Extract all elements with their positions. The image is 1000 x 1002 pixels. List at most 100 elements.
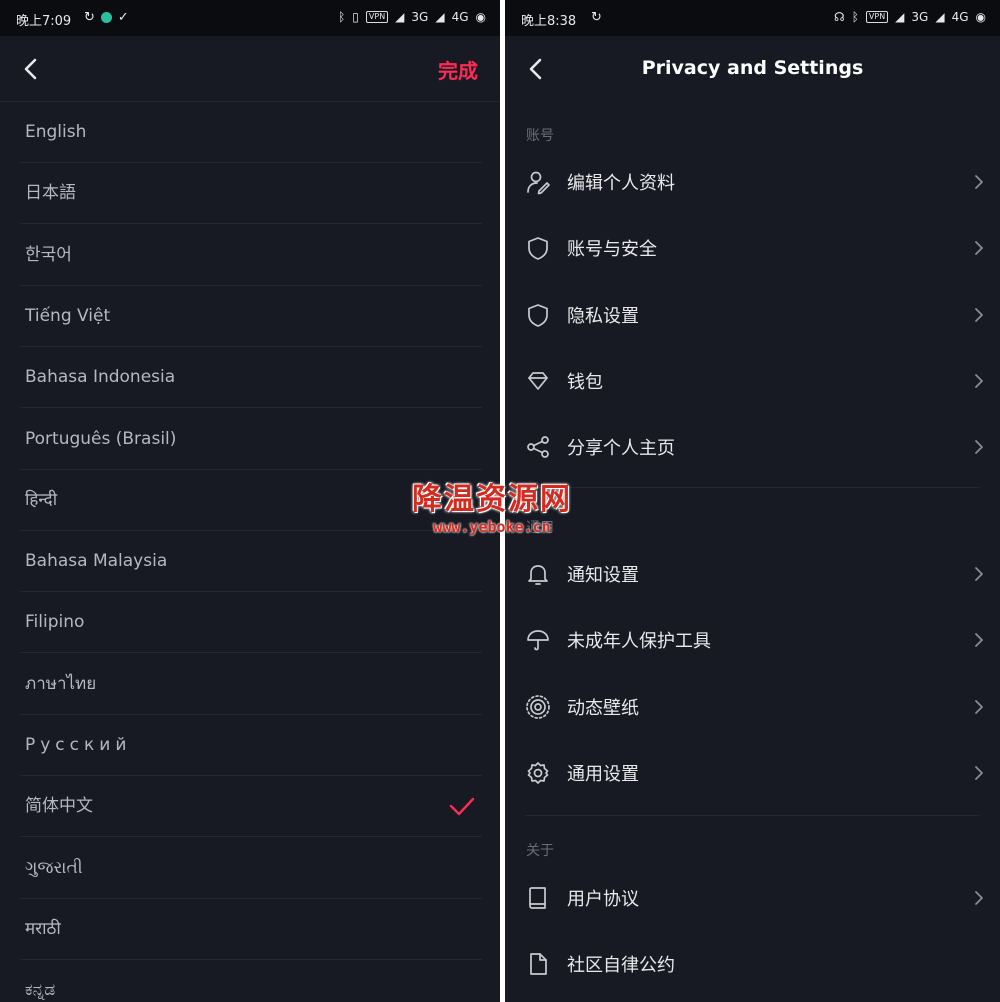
language-option[interactable]: ಕನ್ನಡ xyxy=(20,960,482,1002)
settings-item-label: 隐私设置 xyxy=(567,305,639,327)
done-button[interactable]: 完成 xyxy=(438,55,478,84)
status-time: 晚上7:09 xyxy=(16,14,72,29)
settings-item[interactable]: 用户协议 xyxy=(525,864,987,930)
language-option[interactable]: Português (Brasil) xyxy=(20,409,482,470)
bluetooth-icon: ᛒ xyxy=(851,10,859,24)
settings-item-label: 社区自律公约 xyxy=(567,955,675,977)
settings-item[interactable]: 社区自律公约 xyxy=(525,930,987,996)
language-option[interactable]: 한국어 xyxy=(20,225,482,286)
chevron-right-icon xyxy=(975,567,983,581)
settings-item-label: 通用设置 xyxy=(567,763,639,785)
book-icon xyxy=(529,887,546,909)
settings-item[interactable]: 未成年人保护工具 xyxy=(525,606,987,672)
share-icon xyxy=(527,436,549,459)
language-label: Русский xyxy=(25,735,132,755)
language-label: Filipino xyxy=(25,612,85,633)
diamond-icon xyxy=(528,372,548,390)
settings-item-label: 账号与安全 xyxy=(567,239,657,261)
page-title: Privacy and Settings xyxy=(641,57,864,79)
settings-item[interactable]: 通知设置 xyxy=(525,540,987,606)
vibrate-icon: ▯ xyxy=(352,10,359,24)
language-label: 한국어 xyxy=(25,244,72,265)
settings-item-label: 钱包 xyxy=(567,371,603,393)
live-wallpaper-icon xyxy=(526,694,550,719)
section-label-about: 关于 xyxy=(526,843,554,859)
gear-icon xyxy=(527,762,549,784)
language-option[interactable]: Русский xyxy=(20,715,482,776)
section-label-account: 账号 xyxy=(526,128,554,144)
check-icon: ✓ xyxy=(117,10,129,25)
language-label: ภาษาไทย xyxy=(25,673,97,694)
settings-item[interactable]: 编辑个人资料 xyxy=(525,148,987,214)
nav-bar: 完成 xyxy=(0,36,500,102)
app-dot-icon xyxy=(100,12,112,23)
language-option[interactable]: English xyxy=(20,102,482,163)
language-option[interactable]: ภาษาไทย xyxy=(20,654,482,715)
language-label: हिन्दी xyxy=(25,489,58,510)
language-option[interactable]: हिन्दी xyxy=(20,470,482,531)
document-icon xyxy=(530,953,547,976)
settings-item[interactable]: 隐私设置 xyxy=(525,281,987,347)
network-4g: 4G xyxy=(951,10,969,24)
vpn-icon: VPN xyxy=(865,11,889,23)
network-3g: 3G xyxy=(411,10,429,24)
language-label: 日本語 xyxy=(25,183,76,204)
chevron-right-icon xyxy=(975,307,983,322)
settings-item-label: 未成年人保护工具 xyxy=(567,631,711,653)
network-3g: 3G xyxy=(911,10,929,24)
vpn-icon: VPN xyxy=(365,11,389,23)
headphones-icon: ☊ xyxy=(834,10,845,24)
bluetooth-icon: ᛒ xyxy=(338,10,346,24)
language-label: 简体中文 xyxy=(25,796,93,817)
language-label: Bahasa Indonesia xyxy=(25,367,176,388)
language-option[interactable]: 简体中文 xyxy=(20,776,482,838)
settings-item-label: 通知设置 xyxy=(567,565,639,586)
chevron-right-icon xyxy=(975,765,983,780)
language-option[interactable]: ગુજરાતી xyxy=(20,838,482,899)
status-bar: 晚上7:09 ↻ ✓ ᛒ ▯ VPN ◢ 3G ◢ 4G ◉ xyxy=(0,0,500,36)
language-option[interactable]: Bahasa Malaysia xyxy=(20,531,482,593)
swirl-icon: ↻ xyxy=(84,10,95,25)
language-option[interactable]: Bahasa Indonesia xyxy=(20,347,482,409)
settings-item[interactable]: 分享个人主页 xyxy=(525,413,987,479)
settings-item[interactable]: 动态壁纸 xyxy=(525,673,987,739)
chevron-right-icon xyxy=(975,373,983,388)
signal-icon: ◢ xyxy=(895,10,905,24)
selected-check-icon xyxy=(449,798,475,816)
status-icons: ᛒ ▯ VPN ◢ 3G ◢ 4G ◉ xyxy=(338,10,486,24)
back-button[interactable] xyxy=(18,56,44,82)
language-option[interactable]: Tiếng Việt xyxy=(20,286,482,347)
language-label: ગુજરાતી xyxy=(25,857,83,878)
language-option[interactable]: मराठी xyxy=(20,899,482,960)
language-option[interactable]: 日本語 xyxy=(20,163,482,225)
chevron-right-icon xyxy=(975,440,983,455)
language-option[interactable]: Filipino xyxy=(20,592,482,654)
section-label-general: 通用 xyxy=(526,520,554,536)
status-icons: ☊ ᛒ VPN ◢ 3G ◢ 4G ◉ xyxy=(834,10,986,24)
nav-bar: Privacy and Settings xyxy=(505,36,1000,102)
settings-item[interactable]: 通用设置 xyxy=(525,739,987,805)
language-label: English xyxy=(25,122,87,142)
swirl-icon: ↻ xyxy=(591,10,602,25)
edit-profile-icon xyxy=(527,171,550,195)
section-divider xyxy=(525,815,980,816)
settings-item-label: 动态壁纸 xyxy=(567,697,639,719)
settings-screen: 晚上8:38 ↻ ☊ ᛒ VPN ◢ 3G ◢ 4G ◉ Privacy and… xyxy=(505,0,1000,1002)
shield-icon xyxy=(528,237,548,261)
chevron-right-icon xyxy=(975,699,983,714)
status-time: 晚上8:38 xyxy=(521,14,577,29)
signal-icon: ◢ xyxy=(395,10,405,24)
language-screen: 晚上7:09 ↻ ✓ ᛒ ▯ VPN ◢ 3G ◢ 4G ◉ 完成 Englis… xyxy=(0,0,500,1002)
umbrella-icon xyxy=(527,630,549,651)
language-label: Português (Brasil) xyxy=(25,428,177,449)
chevron-right-icon xyxy=(975,241,983,256)
notification-icons: ↻ ✓ xyxy=(84,10,129,25)
chevron-right-icon xyxy=(975,891,983,905)
settings-item[interactable]: 账号与安全 xyxy=(525,214,987,280)
signal-icon: ◢ xyxy=(935,10,945,24)
settings-item-label: 用户协议 xyxy=(567,889,639,910)
bell-icon xyxy=(528,565,548,585)
battery-icon: ◉ xyxy=(975,10,986,24)
settings-item[interactable]: 钱包 xyxy=(525,347,987,413)
network-4g: 4G xyxy=(451,10,469,24)
